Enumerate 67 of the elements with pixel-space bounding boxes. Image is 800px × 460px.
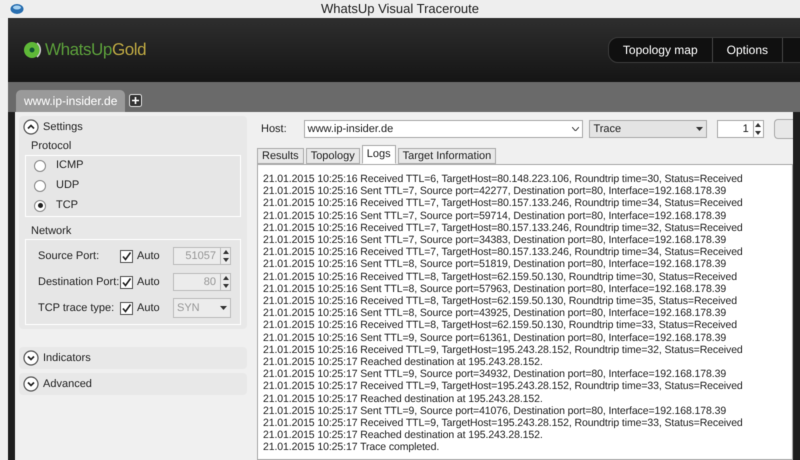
- log-line: 21.01.2015 10:25:16 Sent TTL=7, Source port=34383, Destination port=80, Interface=192.168.178.39: [263, 234, 726, 246]
- radio-button[interactable]: [34, 200, 46, 212]
- checkbox-label: Auto: [137, 274, 161, 290]
- log-line: 21.01.2015 10:25:16 Sent TTL=8, Source port=57963, Destination port=80, Interface=192.168.178.39: [263, 282, 726, 296]
- log-line: 21.01.2015 10:25:16 Sent TTL=9, Source port=61361, Destination port=80, Interface=192.168.178.39: [263, 332, 726, 344]
- group-title: Network: [31, 224, 72, 238]
- section-header[interactable]: Advanced: [19, 373, 247, 395]
- log-line: 21.01.2015 10:25:16 Received TTL=7, TargetHost=80.157.133.246, Roundtrip time=32, Status=Received: [263, 222, 743, 234]
- auto-checkbox[interactable]: [120, 276, 133, 288]
- log-line: 21.01.2015 10:25:16 Received TTL=7, TargetHost=80.157.133.246, Roundtrip time=34, Status=Received: [263, 246, 743, 258]
- log-line: 21.01.2015 10:25:17 Reached destination at 195.243.28.152.: [263, 356, 543, 368]
- log-line: 21.01.2015 10:25:16 Received TTL=8, TargetHost=62.159.50.130, Roundtrip time=33, Status=Received: [263, 319, 737, 332]
- checkbox-label: Auto: [137, 300, 161, 316]
- log-line: 21.01.2015 10:25:16 Received TTL=9, TargetHost=195.243.28.152, Roundtrip time=32, Status=Received: [263, 344, 743, 356]
- field-label: Destination Port:: [38, 274, 120, 290]
- radio-button[interactable]: [34, 160, 46, 172]
- collapse-icon[interactable]: [23, 119, 39, 135]
- view-tab[interactable]: Logs: [362, 145, 396, 164]
- nav-button[interactable]: Options: [712, 38, 783, 62]
- log-line: 21.01.2015 10:25:17 Trace completed.: [263, 441, 440, 454]
- log-line: 21.01.2015 10:25:17 Reached destination at 195.243.28.152.: [263, 392, 543, 405]
- group-title: Protocol: [31, 139, 72, 154]
- log-line: 21.01.2015 10:25:16 Sent TTL=8, Source port=51819, Destination port=80, Interface=192.168.178.39: [263, 258, 726, 271]
- checkbox-label: Auto: [137, 248, 161, 264]
- log-line: 21.01.2015 10:25:16 Sent TTL=8, Source port=43925, Destination port=80, Interface=192.168.178.39: [263, 307, 726, 320]
- field-label: TCP trace type:: [38, 300, 116, 316]
- auto-checkbox[interactable]: [120, 302, 133, 314]
- expand-icon[interactable]: [23, 376, 39, 392]
- mode-dropdown[interactable]: Trace: [589, 120, 708, 138]
- log-line: 21.01.2015 10:25:17 Reached destination at 195.243.28.152.: [263, 429, 543, 442]
- radio-label: UDP: [56, 178, 80, 194]
- window-title: WhatsUp Visual Traceroute: [321, 0, 479, 18]
- caret-icon: [572, 127, 580, 131]
- host-label: Host:: [261, 122, 288, 137]
- log-line: 21.01.2015 10:25:17 Sent TTL=9, Source port=34932, Destination port=80, Interface=192.168.178.39: [263, 368, 726, 380]
- caret-icon: [220, 306, 227, 310]
- log-line: 21.01.2015 10:25:16 Sent TTL=7, Source port=42277, Destination port=80, Interface=192.168.178.39: [263, 185, 726, 198]
- view-tab[interactable]: Results: [257, 148, 304, 164]
- port-spinner: 51057: [173, 247, 231, 265]
- log-line: 21.01.2015 10:25:17 Received TTL=9, TargetHost=195.243.28.152, Roundtrip time=33, Status=Received: [263, 380, 743, 393]
- section-title: Settings: [43, 120, 83, 135]
- log-line: 21.01.2015 10:25:17 Received TTL=9, TargetHost=195.243.28.152, Roundtrip time=33, Status=Received: [263, 417, 743, 430]
- field-label: Source Port:: [38, 248, 100, 264]
- auto-checkbox[interactable]: [120, 250, 133, 262]
- expand-icon[interactable]: [23, 350, 39, 366]
- logo: WhatsUpGold: [22, 37, 146, 63]
- host-combobox[interactable]: www.ip-insider.de: [304, 120, 584, 138]
- view-tab[interactable]: Topology: [306, 148, 360, 164]
- log-line: 21.01.2015 10:25:16 Received TTL=7, TargetHost=80.157.133.246, Roundtrip time=34, Status=Received: [263, 197, 743, 210]
- caret-icon: [696, 127, 704, 131]
- nav-button[interactable]: Topology map: [608, 38, 713, 62]
- log-line: 21.01.2015 10:25:16 Received TTL=6, TargetHost=80.148.223.106, Roundtrip time=30, Status=Received: [263, 173, 743, 186]
- section-header[interactable]: Indicators: [19, 347, 247, 369]
- section-title: Indicators: [43, 350, 91, 366]
- section-title: Advanced: [43, 376, 92, 392]
- log-line: 21.01.2015 10:25:17 Sent TTL=9, Source port=41076, Destination port=80, Interface=192.168.178.39: [263, 404, 726, 418]
- view-tab[interactable]: Target Information: [398, 148, 496, 164]
- port-spinner: 80: [173, 273, 231, 291]
- log-line: 21.01.2015 10:25:16 Sent TTL=7, Source port=59714, Destination port=80, Interface=192.168.178.39: [263, 210, 726, 222]
- radio-button[interactable]: [34, 180, 46, 192]
- log-line: 21.01.2015 10:25:16 Received TTL=8, TargetHost=62.159.50.130, Roundtrip time=35, Status=Received: [263, 295, 737, 308]
- count-spinner[interactable]: 1: [717, 120, 764, 138]
- radio-label: TCP: [56, 198, 78, 214]
- add-tab-icon[interactable]: [129, 94, 142, 107]
- radio-label: ICMP: [56, 158, 84, 174]
- app-icon: [10, 3, 24, 15]
- log-line: 21.01.2015 10:25:16 Received TTL=8, TargetHost=62.159.50.130, Roundtrip time=30, Status=Received: [263, 270, 737, 283]
